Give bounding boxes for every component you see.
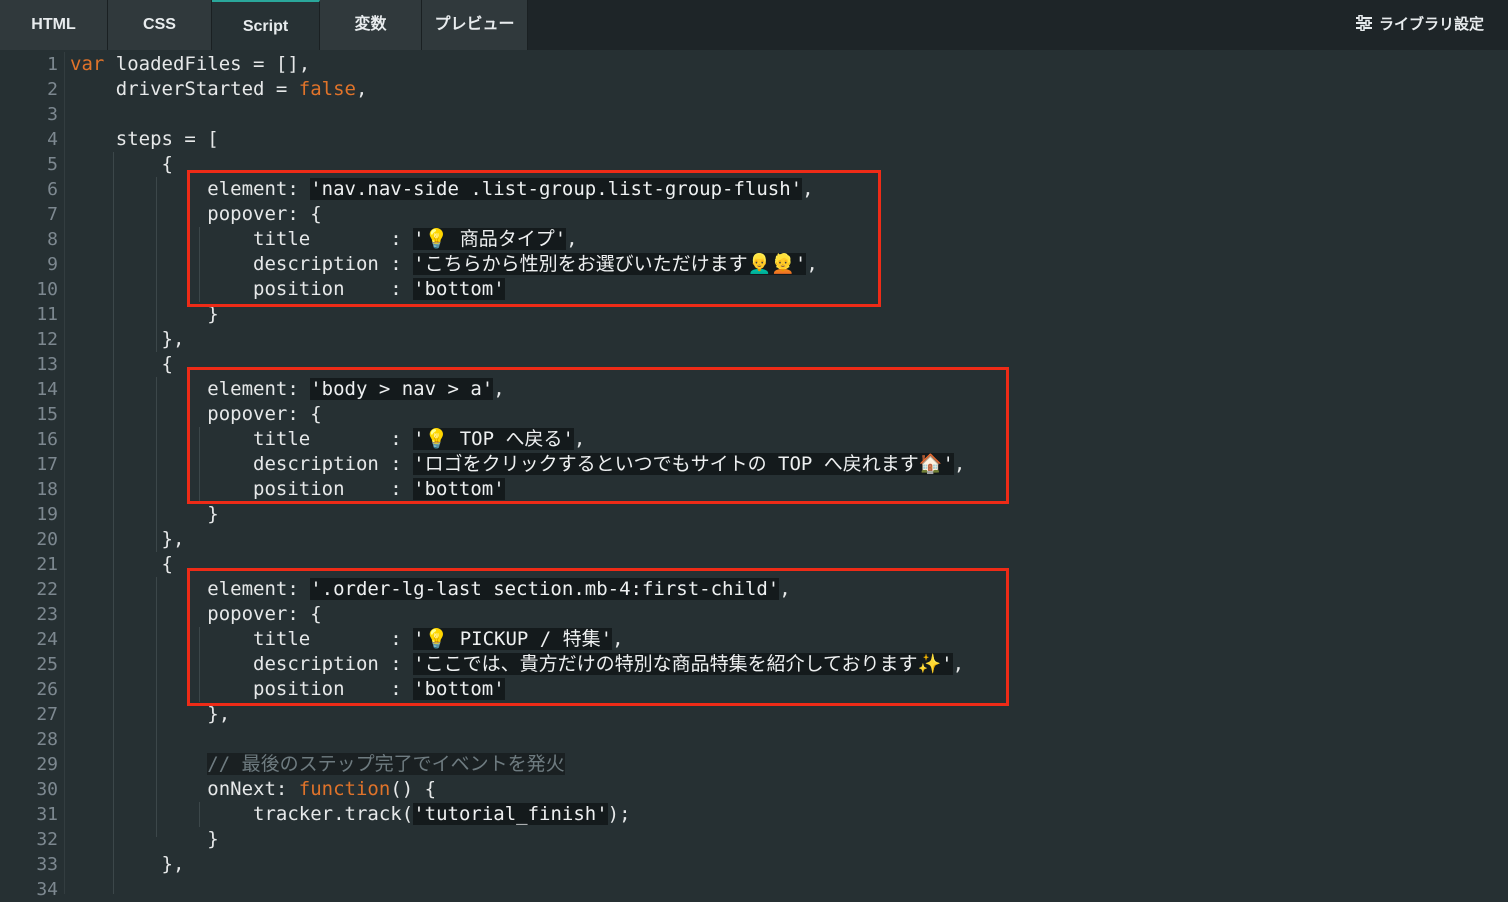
line-number: 1 (47, 54, 58, 75)
line-number: 7 (47, 204, 58, 225)
library-settings-label: ライブラリ設定 (1378, 16, 1484, 33)
code-line: } (70, 503, 219, 525)
line-number: 22 (36, 579, 58, 600)
line-number: 30 (36, 779, 58, 800)
line-number: 16 (36, 429, 58, 450)
line-number: 28 (36, 729, 58, 750)
code-editor[interactable]: 1 2 3 4 5 6 7 8 9 10 11 12 13 14 15 16 1… (0, 52, 1508, 900)
code-line: onNext: function() { (207, 778, 437, 800)
code-comment: // 最後のステップ完了でイベントを発火 (207, 753, 565, 775)
tab-script[interactable]: Script (212, 0, 320, 50)
highlight-box (187, 170, 881, 307)
line-number: 33 (36, 854, 58, 875)
line-number: 21 (36, 554, 58, 575)
line-number: 23 (36, 604, 58, 625)
code-line: }, (70, 528, 185, 550)
tab-bar: HTML CSS Script 変数 プレビュー ライブラリ設定 (0, 0, 1508, 50)
line-number: 13 (36, 354, 58, 375)
line-number: 9 (47, 254, 58, 275)
line-number: 25 (36, 654, 58, 675)
gutter-divider (64, 52, 65, 894)
code-line: }, (70, 853, 185, 875)
line-number: 12 (36, 329, 58, 350)
code-line: { (70, 353, 173, 375)
code-line: driverStarted = false, (115, 78, 368, 100)
line-number: 17 (36, 454, 58, 475)
code-line: { (70, 153, 173, 175)
line-number: 3 (47, 104, 58, 125)
line-number: 34 (36, 879, 58, 900)
line-number: 18 (36, 479, 58, 500)
line-number: 4 (47, 129, 58, 150)
highlight-box (187, 568, 1009, 706)
code-line: var loadedFiles = [], (70, 53, 311, 75)
tab-html[interactable]: HTML (0, 0, 108, 50)
line-number: 26 (36, 679, 58, 700)
line-number: 11 (36, 304, 58, 325)
tab-variables[interactable]: 変数 (320, 0, 422, 50)
line-number: 19 (36, 504, 58, 525)
code-line: // 最後のステップ完了でイベントを発火 (70, 752, 565, 777)
code-line: steps = [ (115, 128, 219, 150)
highlight-box (187, 367, 1009, 504)
line-number: 10 (36, 279, 58, 300)
line-number: 6 (47, 179, 58, 200)
code-line: } (70, 828, 219, 850)
code-line: tracker.track('tutorial_finish'); (253, 803, 631, 825)
line-number: 32 (36, 829, 58, 850)
tab-preview[interactable]: プレビュー (422, 0, 528, 50)
line-number: 5 (47, 154, 58, 175)
tab-css[interactable]: CSS (108, 0, 212, 50)
code-line: { (70, 553, 173, 575)
line-number: 29 (36, 754, 58, 775)
sliders-icon (1355, 2, 1373, 32)
line-number: 8 (47, 229, 58, 250)
library-settings-button[interactable]: ライブラリ設定 (1355, 0, 1484, 50)
line-number: 31 (36, 804, 58, 825)
line-number: 15 (36, 404, 58, 425)
code-line: }, (70, 328, 185, 350)
line-number: 27 (36, 704, 58, 725)
line-number: 2 (47, 79, 58, 100)
line-number: 20 (36, 529, 58, 550)
line-number: 14 (36, 379, 58, 400)
line-number: 24 (36, 629, 58, 650)
